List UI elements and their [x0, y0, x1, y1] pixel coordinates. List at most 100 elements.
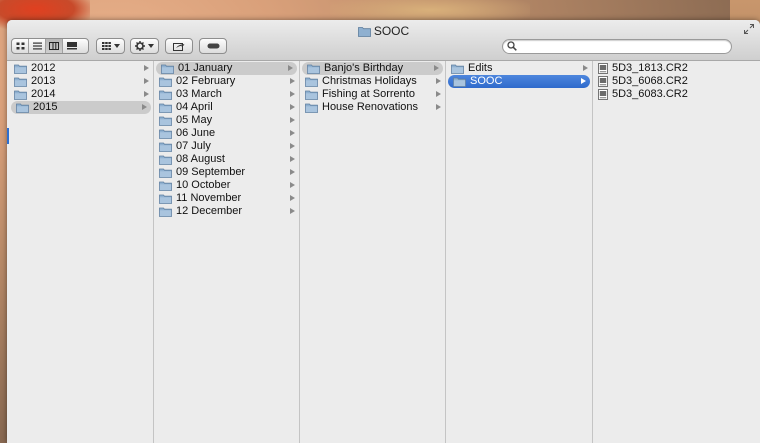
folder-row[interactable]: 09 September — [154, 166, 299, 179]
column-months: 01 January 02 February 03 March 04 April 05 … — [154, 61, 300, 443]
disclosure-arrow-icon — [290, 117, 295, 123]
coverflow-icon — [66, 42, 77, 50]
toolbar — [7, 38, 760, 56]
folder-icon — [159, 142, 172, 152]
folder-row[interactable]: 01 January — [156, 62, 297, 75]
folder-icon — [159, 77, 172, 87]
folder-icon — [453, 77, 466, 87]
column-view-button[interactable] — [46, 39, 63, 53]
chevron-down-icon — [113, 44, 120, 48]
disclosure-arrow-icon — [436, 78, 441, 84]
item-label: 2014 — [31, 88, 56, 100]
column-events: Banjo's Birthday Christmas Holidays Fishin… — [300, 61, 446, 443]
folder-row[interactable]: Edits — [446, 62, 592, 75]
disclosure-arrow-icon — [434, 65, 439, 71]
item-label: 08 August — [176, 153, 225, 165]
file-row[interactable]: 5D3_6083.CR2 — [593, 88, 760, 101]
folder-icon — [159, 90, 172, 100]
item-label: 2015 — [33, 101, 58, 113]
tag-button[interactable] — [199, 38, 227, 54]
folder-icon — [159, 168, 172, 178]
folder-icon — [305, 77, 318, 87]
disclosure-arrow-icon — [290, 104, 295, 110]
disclosure-arrow-icon — [142, 104, 147, 110]
window-title-text: SOOC — [373, 24, 410, 38]
tag-icon — [207, 43, 219, 49]
folder-row[interactable]: SOOC — [448, 75, 590, 88]
share-button[interactable] — [165, 38, 193, 54]
disclosure-arrow-icon — [581, 78, 586, 84]
item-label: 07 July — [176, 140, 211, 152]
disclosure-arrow-icon — [144, 65, 149, 71]
item-label: 2013 — [31, 75, 56, 87]
item-label: 12 December — [176, 205, 243, 217]
folder-row[interactable]: Christmas Holidays — [300, 75, 445, 88]
raw-file-icon — [598, 63, 608, 74]
coverflow-view-button[interactable] — [63, 39, 80, 53]
file-row[interactable]: 5D3_1813.CR2 — [593, 62, 760, 75]
column-files: 5D3_1813.CR2 5D3_6068.CR2 5D3_6083.CR2 — [593, 61, 760, 443]
disclosure-arrow-icon — [290, 91, 295, 97]
folder-icon — [307, 64, 320, 74]
folder-row[interactable]: 05 May — [154, 114, 299, 127]
view-mode-control — [11, 38, 89, 54]
disclosure-arrow-icon — [288, 65, 293, 71]
folder-icon — [357, 27, 371, 37]
folder-row[interactable]: Fishing at Sorrento — [300, 88, 445, 101]
item-label: 5D3_6083.CR2 — [612, 88, 688, 100]
folder-icon — [451, 64, 464, 74]
grid-icon — [16, 42, 24, 50]
folder-row[interactable]: 2012 — [9, 62, 153, 75]
folder-row[interactable]: 2015 — [11, 101, 151, 114]
titlebar: SOOC — [7, 20, 760, 61]
folder-row[interactable]: 11 November — [154, 192, 299, 205]
search-input[interactable] — [519, 40, 724, 53]
folder-row[interactable]: 02 February — [154, 75, 299, 88]
item-label: Christmas Holidays — [322, 75, 417, 87]
folder-row[interactable]: House Renovations — [300, 101, 445, 114]
folder-icon — [305, 103, 318, 113]
folder-row[interactable]: 2014 — [9, 88, 153, 101]
share-icon — [173, 42, 185, 51]
folder-icon — [16, 103, 29, 113]
item-label: 03 March — [176, 88, 222, 100]
folder-row[interactable]: 04 April — [154, 101, 299, 114]
window-title: SOOC — [7, 23, 760, 39]
folder-row[interactable]: 06 June — [154, 127, 299, 140]
column-years: 2012 2013 2014 2015 — [9, 61, 154, 443]
item-label: House Renovations — [322, 101, 419, 113]
folder-icon — [159, 181, 172, 191]
disclosure-arrow-icon — [144, 91, 149, 97]
folder-row[interactable]: 07 July — [154, 140, 299, 153]
arrange-icon — [101, 42, 111, 50]
icon-view-button[interactable] — [12, 39, 29, 53]
item-label: 5D3_6068.CR2 — [612, 75, 688, 87]
fullscreen-icon[interactable] — [744, 24, 754, 34]
item-label: Fishing at Sorrento — [322, 88, 415, 100]
disclosure-arrow-icon — [290, 130, 295, 136]
folder-row[interactable]: 08 August — [154, 153, 299, 166]
file-row[interactable]: 5D3_6068.CR2 — [593, 75, 760, 88]
folder-row[interactable]: 03 March — [154, 88, 299, 101]
search-field[interactable] — [502, 39, 732, 54]
action-button[interactable] — [130, 38, 159, 54]
disclosure-arrow-icon — [583, 65, 588, 71]
folder-row[interactable]: 10 October — [154, 179, 299, 192]
arrange-button[interactable] — [96, 38, 125, 54]
disclosure-arrow-icon — [144, 78, 149, 84]
item-label: 06 June — [176, 127, 216, 139]
folder-icon — [161, 64, 174, 74]
folder-icon — [14, 90, 27, 100]
list-view-button[interactable] — [29, 39, 46, 53]
folder-row[interactable]: 12 December — [154, 205, 299, 218]
folder-icon — [14, 64, 27, 74]
item-label: Banjo's Birthday — [324, 62, 404, 74]
item-label: 10 October — [176, 179, 231, 191]
folder-row[interactable]: 2013 — [9, 75, 153, 88]
folder-row[interactable]: Banjo's Birthday — [302, 62, 443, 75]
search-icon — [507, 41, 517, 51]
disclosure-arrow-icon — [290, 78, 295, 84]
raw-file-icon — [598, 89, 608, 100]
disclosure-arrow-icon — [290, 195, 295, 201]
folder-icon — [159, 129, 172, 139]
